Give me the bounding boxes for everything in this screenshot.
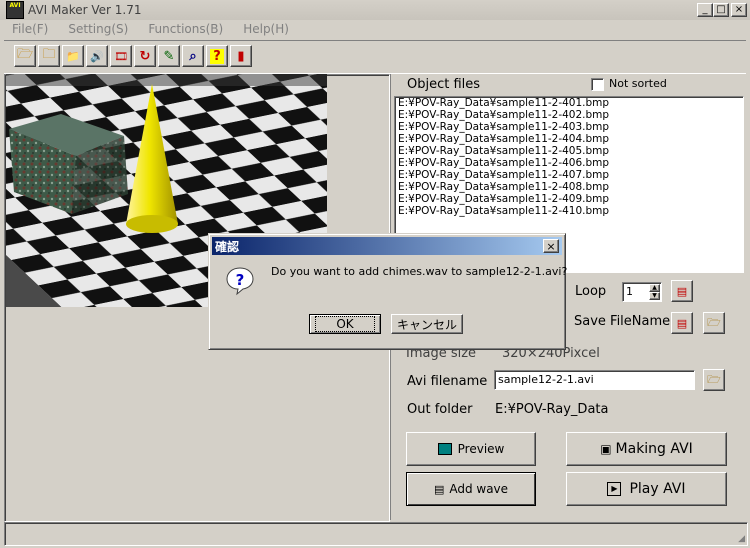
open-file-button[interactable]: 🗀 (38, 45, 60, 67)
save-filename-button[interactable]: ▤ (671, 312, 693, 334)
loop-label: Loop (575, 284, 607, 299)
open-folder-button[interactable]: 🗁 (14, 45, 36, 67)
exit-button[interactable]: ▮ (230, 45, 252, 67)
loop-spinner[interactable]: 1 ▲ ▼ (622, 282, 662, 302)
making-avi-button[interactable]: ▣ Making AVI (566, 432, 727, 466)
minimize-button[interactable]: _ (697, 3, 713, 17)
maximize-button[interactable]: □ (713, 3, 729, 17)
edit-icon: ✎ (163, 48, 175, 64)
loop-value: 1 (626, 285, 633, 298)
edit-button[interactable]: ✎ (158, 45, 180, 67)
folder-icon: 📁 (66, 49, 80, 63)
open-folder-icon: 🗁 (707, 315, 721, 329)
avi-filename-label: Avi filename (407, 374, 488, 389)
avi-filename-browse-button[interactable]: 🗁 (703, 369, 725, 391)
not-sorted-checkbox[interactable] (591, 78, 604, 91)
list-item[interactable]: E:¥POV-Ray_Data¥sample11-2-403.bmp (395, 121, 743, 133)
exit-icon: ▮ (237, 48, 245, 64)
toolbar: 🗁 🗀 📁 🔊 🎞 ↻ ✎ ⌕ ? ▮ (4, 40, 746, 74)
list-item[interactable]: E:¥POV-Ray_Data¥sample11-2-405.bmp (395, 145, 743, 157)
open-file-icon: 🗀 (42, 47, 56, 62)
dialog-close-button[interactable]: × (543, 239, 559, 253)
not-sorted-label: Not sorted (609, 77, 667, 90)
window-title: AVI Maker Ver 1.71 (28, 3, 142, 17)
loop-down-button[interactable]: ▼ (649, 292, 660, 300)
menu-setting[interactable]: Setting(S) (56, 22, 136, 36)
open-folder-icon: 🗁 (16, 47, 34, 62)
play-avi-button[interactable]: ▶ Play AVI (566, 472, 727, 506)
binoculars-icon: ⌕ (189, 48, 197, 64)
film-button[interactable]: 🎞 (110, 45, 132, 67)
loop-apply-button[interactable]: ▤ (671, 280, 693, 302)
out-folder-label: Out folder (407, 402, 473, 417)
search-button[interactable]: ⌕ (182, 45, 204, 67)
menu-help[interactable]: Help(H) (231, 22, 297, 36)
dialog-message: Do you want to add chimes.wav to sample1… (271, 265, 568, 278)
camera-icon: ▣ (600, 442, 612, 456)
question-icon: ? (225, 266, 255, 296)
help-button[interactable]: ? (206, 45, 228, 67)
list-item[interactable]: E:¥POV-Ray_Data¥sample11-2-410.bmp (395, 205, 743, 217)
close-button[interactable]: × (731, 3, 747, 17)
close-icon: × (546, 239, 556, 253)
save-filename-label: Save FileName (574, 314, 671, 329)
dialog-title-bar: 確認 × (212, 237, 562, 255)
making-avi-button-label: Making AVI (615, 441, 693, 457)
out-folder-value: E:¥POV-Ray_Data (495, 402, 609, 417)
list-item[interactable]: E:¥POV-Ray_Data¥sample11-2-406.bmp (395, 157, 743, 169)
menu-file[interactable]: File(F) (0, 22, 56, 36)
preview-button[interactable]: Preview (406, 432, 536, 466)
dialog-cancel-button[interactable]: キャンセル (391, 314, 463, 334)
confirm-dialog: 確認 × ? Do you want to add chimes.wav to … (208, 233, 568, 350)
app-icon: AVI (6, 1, 24, 19)
save-filename-browse-button[interactable]: 🗁 (703, 312, 725, 334)
play-avi-button-label: Play AVI (629, 481, 686, 497)
play-icon: ▶ (607, 482, 622, 496)
help-icon: ? (210, 48, 224, 64)
dialog-cancel-label: キャンセル (396, 317, 457, 332)
monitor-icon (437, 443, 452, 455)
status-bar: ◢ (4, 522, 748, 546)
preview-button-label: Preview (457, 442, 505, 456)
dialog-title: 確認 (215, 239, 240, 254)
wave-icon: ▤ (433, 482, 445, 496)
menu-bar: File(F) Setting(S) Functions(B) Help(H) (0, 20, 750, 38)
list-item[interactable]: E:¥POV-Ray_Data¥sample11-2-402.bmp (395, 109, 743, 121)
loop-up-button[interactable]: ▲ (649, 284, 660, 292)
add-wave-button-label: Add wave (449, 482, 509, 496)
object-files-label: Object files (407, 77, 481, 92)
film-icon: 🎞 (114, 49, 128, 63)
avi-filename-input[interactable]: sample12-2-1.avi (494, 370, 695, 390)
add-wave-button[interactable]: ▤ Add wave (406, 472, 536, 506)
list-item[interactable]: E:¥POV-Ray_Data¥sample11-2-401.bmp (395, 97, 743, 109)
open-folder-icon: 🗁 (707, 372, 721, 386)
folder-button[interactable]: 📁 (62, 45, 84, 67)
title-bar: AVI AVI Maker Ver 1.71 _ □ × (0, 0, 750, 20)
refresh-button[interactable]: ↻ (134, 45, 156, 67)
speaker-icon: 🔊 (90, 49, 104, 63)
refresh-icon: ↻ (139, 48, 151, 64)
menu-functions[interactable]: Functions(B) (136, 22, 231, 36)
list-item[interactable]: E:¥POV-Ray_Data¥sample11-2-404.bmp (395, 133, 743, 145)
list-item[interactable]: E:¥POV-Ray_Data¥sample11-2-408.bmp (395, 181, 743, 193)
list-item[interactable]: E:¥POV-Ray_Data¥sample11-2-407.bmp (395, 169, 743, 181)
document-icon: ▤ (676, 284, 688, 298)
dialog-ok-button[interactable]: OK (309, 314, 381, 334)
svg-text:?: ? (236, 271, 245, 289)
resize-grip-icon[interactable]: ◢ (738, 534, 745, 544)
list-item[interactable]: E:¥POV-Ray_Data¥sample11-2-409.bmp (395, 193, 743, 205)
sound-button[interactable]: 🔊 (86, 45, 108, 67)
dialog-ok-label: OK (315, 316, 375, 332)
document-icon: ▤ (676, 316, 688, 330)
